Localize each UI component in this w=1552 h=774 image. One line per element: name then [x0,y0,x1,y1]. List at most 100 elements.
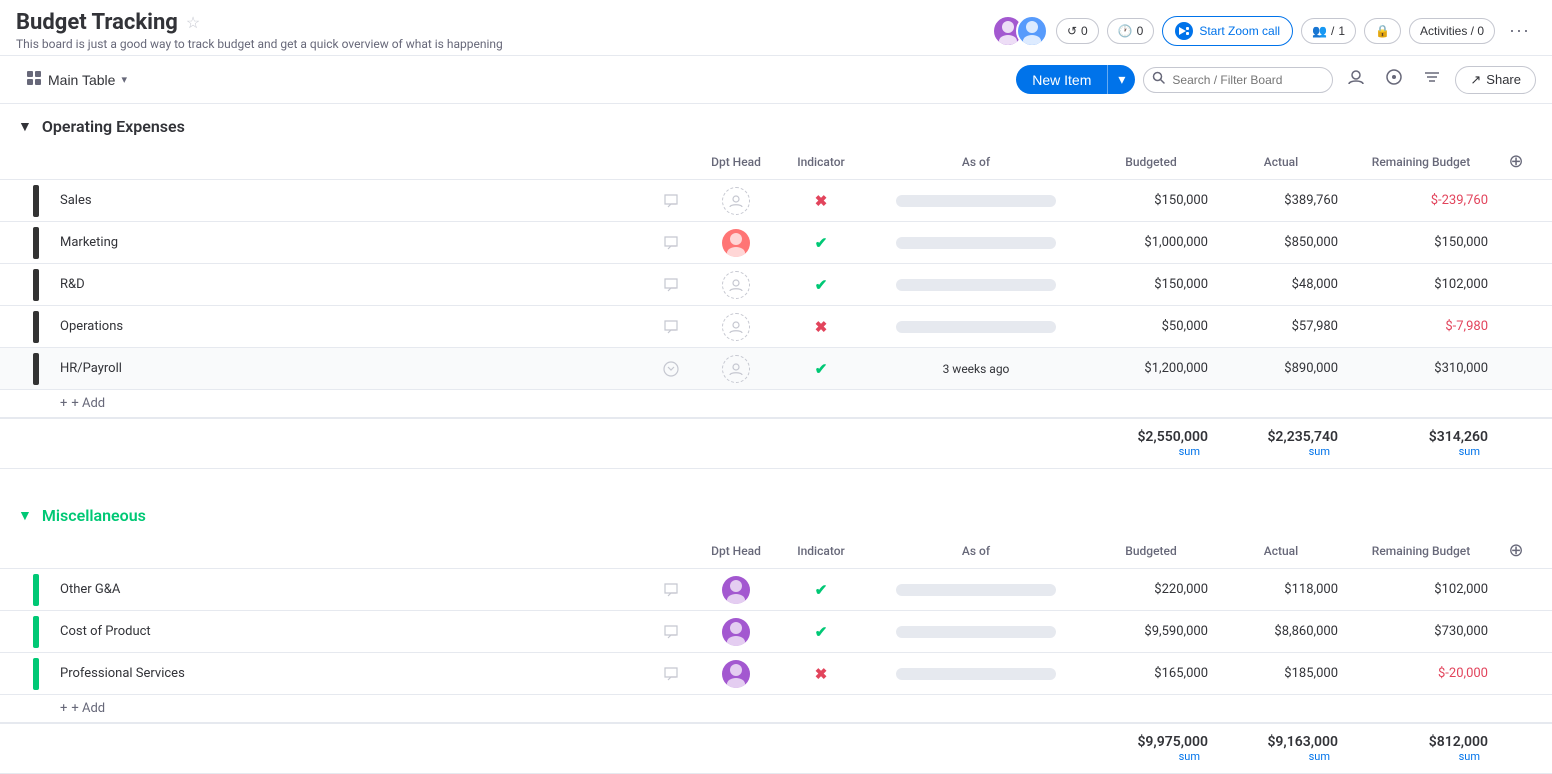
operations-indicator[interactable]: ✖ [776,318,866,336]
table-row: Marketing ✔ $1,000,000 $850,000 $150,000 [0,222,1552,264]
cop-indicator[interactable]: ✔ [776,623,866,641]
person-filter-btn[interactable] [1341,64,1371,95]
marketing-actual: $850,000 [1216,235,1346,250]
ga-as-of-bar [896,584,1056,596]
rd-as-of-bar [896,279,1056,291]
operating-collapse-btn[interactable]: ▼ [16,116,34,136]
board-title: Budget Tracking [16,10,178,35]
operating-add-row[interactable]: + + Add [0,390,1552,417]
marketing-avatar [722,229,750,257]
ga-comment[interactable] [646,582,696,598]
marketing-label: Marketing [60,235,118,250]
operations-comment[interactable] [646,319,696,335]
hr-avatar-empty [722,355,750,383]
activities-btn[interactable]: Activities / 0 [1409,18,1495,44]
operations-remaining: $-7,980 [1346,319,1496,334]
zoom-call-button[interactable]: Start Zoom call [1162,16,1293,46]
filter-btn[interactable] [1417,64,1447,95]
cop-dpt-head[interactable] [696,618,776,646]
operating-add-icon: + [60,396,67,411]
cop-comment[interactable] [646,624,696,640]
toolbar-right: New Item ▾ [1016,64,1536,95]
ps-indicator[interactable]: ✖ [776,665,866,683]
star-icon[interactable]: ☆ [186,13,200,32]
rd-name-cell: R&D [56,277,646,292]
ga-label: Other G&A [60,582,120,597]
table-row: Professional Services ✖ $165,000 $185,00… [0,653,1552,695]
ga-dpt-head[interactable] [696,576,776,604]
hr-indicator[interactable]: ✔ [776,360,866,378]
operating-expenses-group: ▼ Operating Expenses Dpt Head Indicator … [0,104,1552,469]
row-color-bar-cell [16,227,56,259]
misc-col-add-header[interactable]: ⊕ [1496,540,1536,561]
sales-comment[interactable] [646,193,696,209]
row-color-bar-cell [16,353,56,385]
rd-dpt-head[interactable] [696,271,776,299]
misc-sum-remaining-cell: $812,000 sum [1346,734,1496,763]
rd-remaining: $102,000 [1346,277,1496,292]
hr-dpt-head[interactable] [696,355,776,383]
ga-actual: $118,000 [1216,582,1346,597]
misc-sum-budgeted-cell: $9,975,000 sum [1086,734,1216,763]
new-item-button[interactable]: New Item ▾ [1016,65,1135,94]
sales-budgeted: $150,000 [1086,193,1216,208]
table-row: Sales ✖ $150,000 $389,760 $-239,760 [0,180,1552,222]
zoom-video-icon [1175,22,1193,40]
table-row: R&D ✔ $150,000 $48,000 $102,000 [0,264,1552,306]
miscellaneous-group: ▼ Miscellaneous Dpt Head Indicator As of… [0,493,1552,774]
cop-avatar [722,618,750,646]
cop-actual: $8,860,000 [1216,624,1346,639]
marketing-indicator[interactable]: ✔ [776,234,866,252]
operations-dpt-head[interactable] [696,313,776,341]
ga-indicator[interactable]: ✔ [776,581,866,599]
undo-icon: ↺ [1067,24,1077,38]
sales-indicator[interactable]: ✖ [776,192,866,210]
ps-color-bar [33,658,39,690]
ps-budgeted: $165,000 [1086,666,1216,681]
cop-as-of-bar [896,626,1056,638]
compass-btn[interactable] [1379,64,1409,95]
avatar-user2[interactable] [1016,15,1048,47]
table-row: HR/Payroll ✔ 3 weeks ago $1,200,000 $890… [0,348,1552,390]
misc-col-dpt-head-header: Dpt Head [696,544,776,558]
rd-label: R&D [60,277,85,292]
sales-dpt-head[interactable] [696,187,776,215]
marketing-check-icon: ✔ [815,234,828,252]
undo-counter-btn[interactable]: ↺ 0 [1056,18,1099,44]
invite-counter-btn[interactable]: 🕐 0 [1107,18,1155,44]
new-item-chevron[interactable]: ▾ [1108,65,1135,94]
marketing-dpt-head[interactable] [696,229,776,257]
cop-check-icon: ✔ [815,623,828,641]
misc-collapse-btn[interactable]: ▼ [16,505,34,525]
col-add-col-header[interactable]: ⊕ [1496,151,1536,172]
sales-actual: $389,760 [1216,193,1346,208]
operating-sum-actual-label: sum [1216,445,1338,458]
hr-comment[interactable] [646,361,696,377]
avatar-group[interactable] [992,15,1048,47]
header-left: Budget Tracking ☆ This board is just a g… [16,10,503,51]
operations-color-bar [33,311,39,343]
table-chevron-icon: ▾ [121,73,127,86]
marketing-comment[interactable] [646,235,696,251]
misc-add-row[interactable]: + + Add [0,695,1552,722]
people-count-btn[interactable]: 👥 / 1 [1301,18,1356,44]
search-wrap [1143,67,1333,93]
table-row: Other G&A ✔ $220,000 $118,000 $102,000 [0,569,1552,611]
people-count: 1 [1338,24,1345,38]
table-row: Operations ✖ $50,000 $57,980 $-7,980 [0,306,1552,348]
hr-remaining: $310,000 [1346,361,1496,376]
rd-indicator[interactable]: ✔ [776,276,866,294]
operating-sum-budgeted-label: sum [1086,445,1208,458]
operating-expenses-header: ▼ Operating Expenses [0,104,1552,144]
miscellaneous-title: Miscellaneous [42,506,146,525]
share-button[interactable]: ↗ Share [1455,66,1536,94]
search-input[interactable] [1143,67,1333,93]
table-area: ▼ Operating Expenses Dpt Head Indicator … [0,104,1552,774]
rd-comment[interactable] [646,277,696,293]
ps-comment[interactable] [646,666,696,682]
ps-dpt-head[interactable] [696,660,776,688]
more-options-btn[interactable]: ··· [1503,16,1536,45]
lock-btn[interactable]: 🔒 [1364,18,1401,44]
main-table-btn[interactable]: Main Table ▾ [16,65,137,94]
operating-sum-budgeted-cell: $2,550,000 sum [1086,429,1216,458]
